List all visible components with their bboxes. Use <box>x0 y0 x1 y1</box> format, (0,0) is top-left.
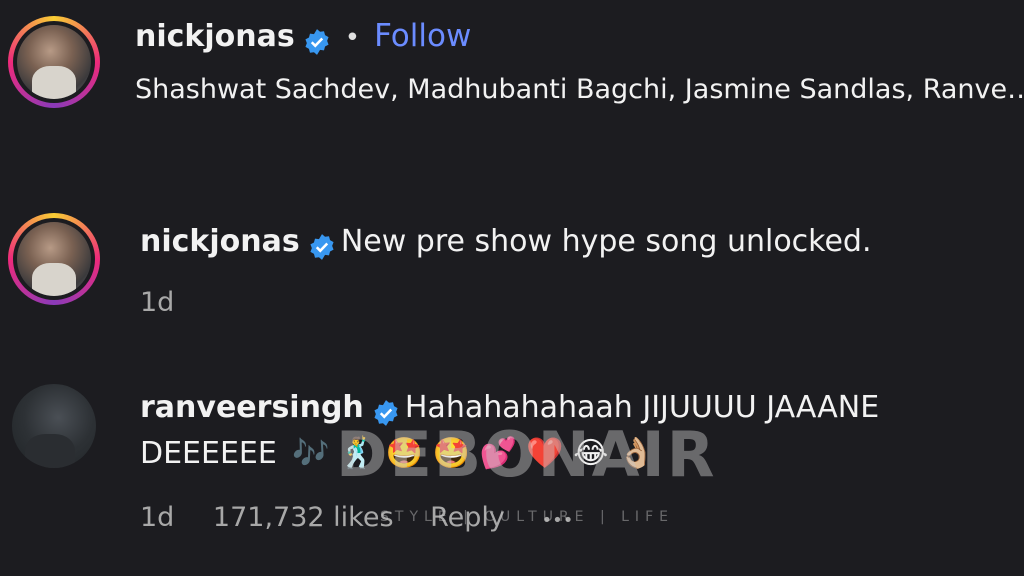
caption-avatar[interactable] <box>8 213 100 305</box>
comment-likes[interactable]: 171,732 likes <box>213 502 394 533</box>
nickjonas-avatar[interactable] <box>8 16 100 108</box>
ranveersingh-avatar[interactable] <box>12 384 96 468</box>
caption-text: New pre show hype song unlocked. <box>340 224 872 259</box>
follow-button[interactable]: Follow <box>374 18 471 54</box>
comment-username[interactable]: ranveersingh <box>140 390 364 425</box>
verified-badge-icon <box>305 28 329 55</box>
verified-badge-icon <box>310 233 334 260</box>
instagram-post-comments: nickjonas • Follow Shashwat Sachdev, Madhu… <box>0 0 1024 576</box>
comment-timestamp[interactable]: 1d <box>140 502 174 533</box>
caption: nickjonas New pre show hype song unlocke… <box>140 224 872 261</box>
separator-dot: • <box>344 23 361 53</box>
caption-timestamp[interactable]: 1d <box>140 287 174 318</box>
header-username[interactable]: nickjonas <box>135 19 295 54</box>
watermark-tagline: STYLE | CULTURE | LIFE <box>380 509 674 525</box>
collaborators-list[interactable]: Shashwat Sachdev, Madhubanti Bagchi, Jas… <box>135 74 1024 105</box>
comment-text-line2: DEEEEEE <box>140 436 277 471</box>
caption-username[interactable]: nickjonas <box>140 224 300 259</box>
post-header: nickjonas • Follow <box>135 18 471 56</box>
watermark-logo: DEBONAIR <box>336 418 717 491</box>
